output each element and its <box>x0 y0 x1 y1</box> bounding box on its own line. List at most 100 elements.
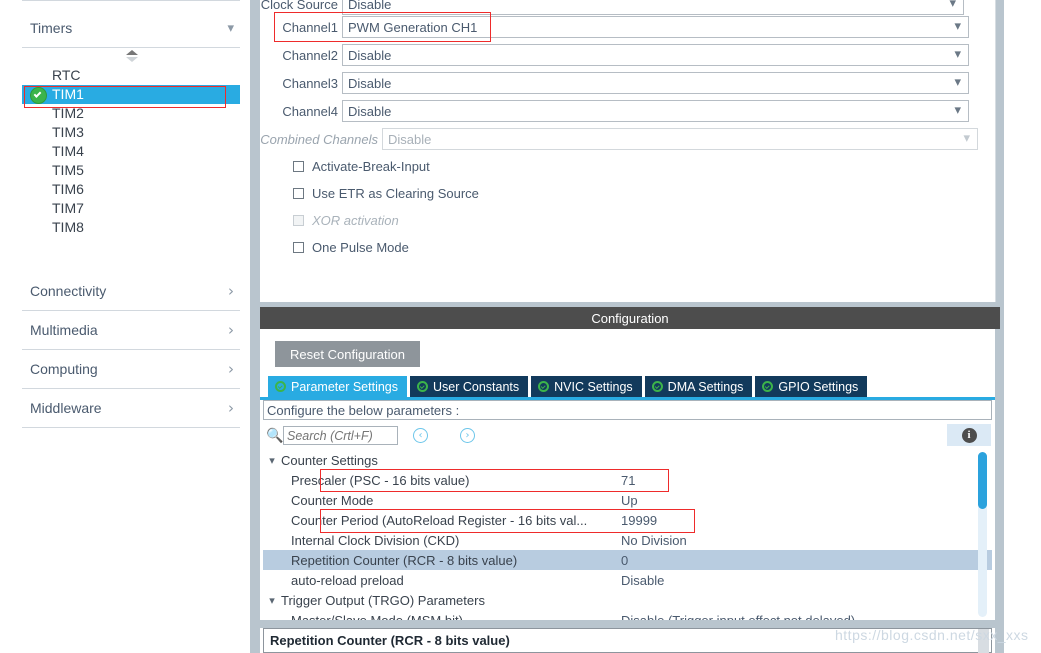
channel4-label: Channel4 <box>282 103 338 119</box>
activate-break-input-checkbox[interactable]: Activate-Break-Input <box>293 153 430 179</box>
sidebar-category-label: Connectivity <box>30 283 107 299</box>
chevron-right-icon: › <box>228 281 234 300</box>
tab-dma-settings[interactable]: DMA Settings <box>644 376 753 397</box>
channel1-select[interactable]: PWM Generation CH1 ▾ <box>342 16 969 38</box>
table-row[interactable]: Internal Clock Division (CKD) No Divisio… <box>263 530 992 550</box>
reset-configuration-button[interactable]: Reset Configuration <box>275 341 420 367</box>
search-prev-button[interactable]: ‹ <box>413 428 428 443</box>
channel2-label: Channel2 <box>282 47 338 63</box>
sidebar-item-rtc[interactable]: RTC <box>22 66 240 85</box>
parameter-detail-title: Repetition Counter (RCR - 8 bits value) <box>270 633 510 648</box>
sidebar-item-label: TIM3 <box>52 124 84 140</box>
sidebar-item-tim8[interactable]: TIM8 <box>22 218 240 237</box>
search-next-button[interactable]: › <box>460 428 475 443</box>
tab-parameter-settings[interactable]: Parameter Settings <box>268 376 407 397</box>
check-circle-icon <box>762 381 774 392</box>
chevron-down-icon: ▾ <box>954 75 961 90</box>
param-name: Counter Period (AutoReload Register - 16… <box>291 512 588 528</box>
sidebar-category-middleware[interactable]: Middleware › <box>22 389 240 428</box>
configure-hint-bar: Configure the below parameters : <box>263 400 992 420</box>
param-name: Master/Slave Mode (MSM bit) <box>291 612 463 621</box>
checkbox-icon <box>293 187 304 199</box>
param-value[interactable]: No Division <box>621 533 687 548</box>
tab-label: DMA Settings <box>667 379 744 394</box>
configuration-panel: Configuration Reset Configuration Parame… <box>260 302 1000 653</box>
table-row[interactable]: auto-reload preload Disable <box>263 570 992 590</box>
sidebar-item-tim5[interactable]: TIM5 <box>22 161 240 180</box>
scroll-up-icon <box>126 50 138 55</box>
use-etr-clearing-source-checkbox[interactable]: Use ETR as Clearing Source <box>293 180 479 206</box>
sidebar-category-label: Multimedia <box>30 322 98 338</box>
param-name: auto-reload preload <box>291 572 404 588</box>
chevron-down-icon: ▾ <box>954 19 961 34</box>
one-pulse-mode-checkbox[interactable]: One Pulse Mode <box>293 234 409 260</box>
channel3-row: Channel3 Disable ▾ <box>260 69 980 97</box>
sidebar-item-label: TIM7 <box>52 200 84 216</box>
sidebar-main-divider <box>250 0 260 653</box>
chevron-right-icon: › <box>228 398 234 417</box>
sidebar-item-label: TIM2 <box>52 105 84 121</box>
tab-label: User Constants <box>433 379 520 394</box>
param-name: Counter Mode <box>291 492 374 508</box>
sidebar-category-multimedia[interactable]: Multimedia › <box>22 311 240 350</box>
sidebar-category-list: Connectivity › Multimedia › Computing › … <box>22 272 240 428</box>
channel2-select[interactable]: Disable ▾ <box>342 44 969 66</box>
sidebar-category-label: Computing <box>30 361 98 377</box>
param-value[interactable]: Disable (Trigger input effect not delaye… <box>621 613 855 621</box>
checkbox-icon <box>293 214 304 226</box>
param-value[interactable]: Disable <box>621 573 664 588</box>
search-input[interactable] <box>284 427 397 444</box>
param-value[interactable]: 0 <box>621 553 628 568</box>
tree-group-trgo-parameters[interactable]: ▾ Trigger Output (TRGO) Parameters <box>263 590 992 610</box>
param-value[interactable]: Up <box>621 493 638 508</box>
check-circle-icon <box>30 87 47 104</box>
channel4-select[interactable]: Disable ▾ <box>342 100 969 122</box>
sidebar-item-tim3[interactable]: TIM3 <box>22 123 240 142</box>
sidebar-group-timers-label: Timers <box>30 20 73 36</box>
tab-user-constants[interactable]: User Constants <box>410 376 529 397</box>
configuration-title: Configuration <box>591 310 669 326</box>
table-row-selected[interactable]: Repetition Counter (RCR - 8 bits value) … <box>263 550 992 570</box>
table-row[interactable]: Counter Period (AutoReload Register - 16… <box>263 510 992 530</box>
xor-activation-label: XOR activation <box>312 212 399 228</box>
list-scroll-spinner[interactable] <box>126 50 140 66</box>
use-etr-clearing-source-label: Use ETR as Clearing Source <box>312 185 479 201</box>
sidebar-item-tim7[interactable]: TIM7 <box>22 199 240 218</box>
tab-label: NVIC Settings <box>554 379 633 394</box>
param-value[interactable]: 19999 <box>621 513 657 528</box>
table-row[interactable]: Prescaler (PSC - 16 bits value) 71 <box>263 470 992 490</box>
sidebar-item-tim6[interactable]: TIM6 <box>22 180 240 199</box>
search-input-wrap[interactable] <box>283 426 398 445</box>
sidebar-category-connectivity[interactable]: Connectivity › <box>22 272 240 311</box>
param-value[interactable]: 71 <box>621 473 635 488</box>
scroll-down-icon <box>126 57 138 62</box>
info-button[interactable]: i <box>947 424 991 446</box>
chevron-right-icon: › <box>228 359 234 378</box>
tab-gpio-settings[interactable]: GPIO Settings <box>755 376 868 397</box>
combined-channels-value: Disable <box>388 131 432 147</box>
sidebar-category-computing[interactable]: Computing › <box>22 350 240 389</box>
sidebar-item-tim1[interactable]: TIM1 <box>22 85 240 104</box>
sidebar-item-label: TIM1 <box>52 86 84 102</box>
sidebar-group-timers[interactable]: Timers ▾ <box>22 9 240 48</box>
right-margin <box>1004 0 1041 653</box>
chevron-down-icon: ▾ <box>949 0 956 11</box>
channel3-label: Channel3 <box>282 75 338 91</box>
configure-hint-text: Configure the below parameters : <box>267 402 460 418</box>
mode-panel: Clock Source Disable ▾ Channel1 PWM Gene… <box>260 0 996 302</box>
sidebar-item-tim2[interactable]: TIM2 <box>22 104 240 123</box>
table-row[interactable]: Counter Mode Up <box>263 490 992 510</box>
parameter-tree-scrollbar[interactable] <box>978 452 987 617</box>
tree-group-counter-settings[interactable]: ▾ Counter Settings <box>263 450 992 470</box>
scrollbar-thumb[interactable] <box>978 452 987 509</box>
sidebar-item-tim4[interactable]: TIM4 <box>22 142 240 161</box>
param-name: Prescaler (PSC - 16 bits value) <box>291 472 470 488</box>
channel1-row: Channel1 PWM Generation CH1 ▾ <box>260 13 980 41</box>
combined-channels-label: Combined Channels <box>260 131 378 147</box>
channel2-row: Channel2 Disable ▾ <box>260 41 980 69</box>
table-row[interactable]: Master/Slave Mode (MSM bit) Disable (Tri… <box>263 610 992 621</box>
channel4-row: Channel4 Disable ▾ <box>260 97 980 125</box>
tab-nvic-settings[interactable]: NVIC Settings <box>531 376 642 397</box>
channel3-select[interactable]: Disable ▾ <box>342 72 969 94</box>
clock-source-value: Disable <box>348 0 392 12</box>
